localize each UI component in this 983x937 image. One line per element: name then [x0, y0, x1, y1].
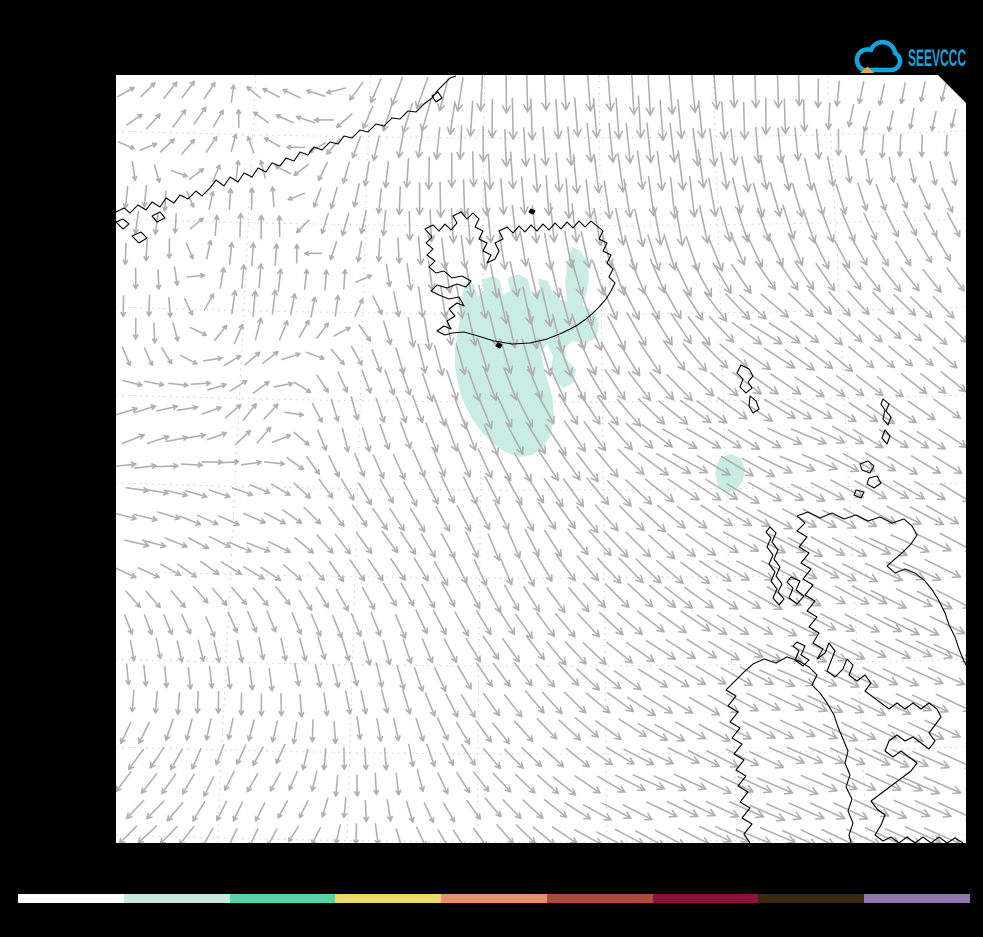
seevccc-logo: SEEVCCC: [850, 30, 974, 80]
colorbar-segment-6: [653, 894, 759, 903]
weather-map: [0, 0, 983, 937]
screenshot-root: SEEVCCC: [0, 0, 983, 937]
seevccc-logo-graphic: SEEVCCC: [850, 30, 974, 80]
cloud-icon: [857, 42, 900, 70]
colorbar-segment-3: [335, 894, 441, 903]
colorbar-segment-7: [758, 894, 864, 903]
colorbar-segment-2: [230, 894, 336, 903]
colorbar-segment-4: [441, 894, 547, 903]
colorbar-segment-8: [864, 894, 970, 903]
colorbar-segment-5: [547, 894, 653, 903]
colorbar-segment-1: [124, 894, 230, 903]
logo-text: SEEVCCC: [908, 45, 966, 72]
colorbar-legend: [18, 894, 970, 903]
colorbar-segment-0: [18, 894, 124, 903]
